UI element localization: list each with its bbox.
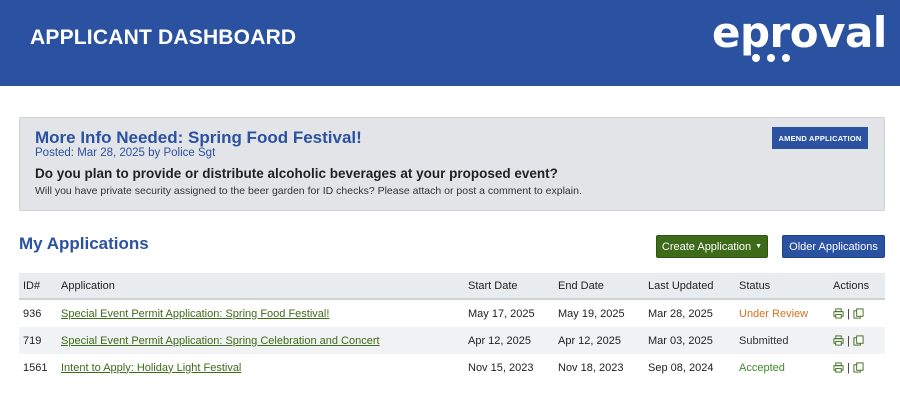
create-application-label: Create Application xyxy=(661,240,752,253)
logo-text: eproval xyxy=(712,8,887,57)
my-applications-title: My Applications xyxy=(19,234,149,253)
row-end-date: Nov 18, 2023 xyxy=(558,361,624,374)
row-start-date: Apr 12, 2025 xyxy=(468,334,531,347)
table-row: 719 Special Event Permit Application: Sp… xyxy=(19,327,885,354)
applications-table: ID# Application Start Date End Date Last… xyxy=(19,273,885,381)
print-icon[interactable] xyxy=(833,335,844,346)
row-last-updated: Sep 08, 2024 xyxy=(648,361,714,374)
row-last-updated: Mar 03, 2025 xyxy=(648,334,713,347)
row-end-date: May 19, 2025 xyxy=(558,307,625,320)
app-header: APPLICANT DASHBOARD eproval xyxy=(0,0,900,86)
alert-question: Do you plan to provide or distribute alc… xyxy=(35,166,558,181)
column-header-end-date[interactable]: End Date xyxy=(558,273,604,298)
print-icon[interactable] xyxy=(833,308,844,319)
row-id: 1561 xyxy=(23,361,48,374)
action-separator: | xyxy=(847,334,850,347)
logo-dot xyxy=(752,54,760,62)
application-link[interactable]: Intent to Apply: Holiday Light Festival xyxy=(61,362,241,374)
logo-dot xyxy=(782,54,790,62)
column-header-id[interactable]: ID# xyxy=(23,273,40,298)
alert-detail: Will you have private security assigned … xyxy=(35,185,582,197)
table-row: 1561 Intent to Apply: Holiday Light Fest… xyxy=(19,354,885,381)
create-application-button[interactable]: Create Application ▼ xyxy=(656,235,768,258)
status-badge: Accepted xyxy=(739,361,785,374)
eproval-logo[interactable]: eproval xyxy=(712,8,887,68)
copy-icon[interactable] xyxy=(853,308,864,319)
table-row: 936 Special Event Permit Application: Sp… xyxy=(19,300,885,327)
column-header-last-updated[interactable]: Last Updated xyxy=(648,273,713,298)
info-needed-alert: More Info Needed: Spring Food Festival! … xyxy=(19,117,885,211)
copy-icon[interactable] xyxy=(853,362,864,373)
action-separator: | xyxy=(847,307,850,320)
table-header: ID# Application Start Date End Date Last… xyxy=(19,273,885,300)
column-header-start-date[interactable]: Start Date xyxy=(468,273,518,298)
row-start-date: Nov 15, 2023 xyxy=(468,361,534,374)
page-title: APPLICANT DASHBOARD xyxy=(30,26,297,49)
print-icon[interactable] xyxy=(833,362,844,373)
alert-title: More Info Needed: Spring Food Festival! xyxy=(35,128,362,147)
alert-posted-meta: Posted: Mar 28, 2025 by Police Sgt xyxy=(35,147,216,159)
caret-down-icon: ▼ xyxy=(755,243,763,250)
logo-dot xyxy=(767,54,775,62)
logo-dots xyxy=(752,54,790,62)
status-badge: Submitted xyxy=(739,334,789,347)
row-end-date: Apr 12, 2025 xyxy=(558,334,621,347)
column-header-actions: Actions xyxy=(833,279,870,292)
amend-application-button[interactable]: AMEND APPLICATION xyxy=(772,127,868,149)
older-applications-button[interactable]: Older Applications xyxy=(782,235,885,258)
row-start-date: May 17, 2025 xyxy=(468,307,535,320)
action-separator: | xyxy=(847,361,850,374)
status-badge: Under Review xyxy=(739,307,809,320)
copy-icon[interactable] xyxy=(853,335,864,346)
application-link[interactable]: Special Event Permit Application: Spring… xyxy=(61,308,329,320)
row-id: 719 xyxy=(23,334,42,347)
column-header-status[interactable]: Status xyxy=(739,273,770,298)
application-link[interactable]: Special Event Permit Application: Spring… xyxy=(61,335,380,347)
row-last-updated: Mar 28, 2025 xyxy=(648,307,713,320)
row-id: 936 xyxy=(23,307,42,320)
column-header-application[interactable]: Application xyxy=(61,273,115,298)
